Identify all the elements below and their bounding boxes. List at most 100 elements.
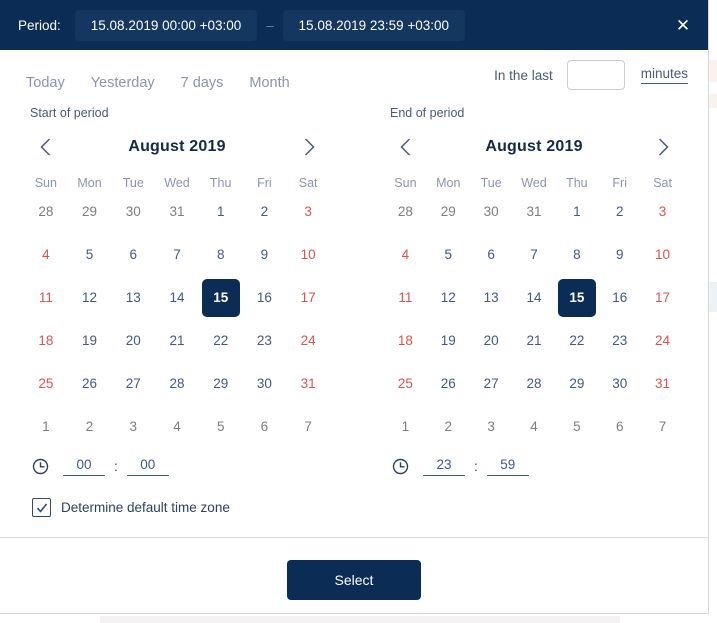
calendar-day[interactable]: 20 [111, 319, 155, 362]
calendar-day[interactable]: 1 [24, 405, 68, 448]
end-period-chip[interactable]: 15.08.2019 23:59 +03:00 [282, 9, 466, 41]
calendar-day[interactable]: 25 [384, 362, 427, 405]
calendar-day[interactable]: 15 [199, 276, 243, 319]
calendar-day[interactable]: 14 [155, 276, 199, 319]
quick-link-yesterday[interactable]: Yesterday [91, 75, 155, 91]
calendar-day[interactable]: 4 [384, 233, 427, 276]
calendar-day[interactable]: 28 [513, 362, 556, 405]
calendar-day[interactable]: 5 [199, 405, 243, 448]
calendar-day[interactable]: 4 [155, 405, 199, 448]
start-period-chip[interactable]: 15.08.2019 00:00 +03:00 [74, 9, 258, 41]
calendar-day[interactable]: 24 [286, 319, 330, 362]
calendar-day[interactable]: 26 [427, 362, 470, 405]
calendar-day[interactable]: 20 [470, 319, 513, 362]
calendar-day[interactable]: 1 [555, 190, 598, 233]
calendar-day[interactable]: 19 [68, 319, 112, 362]
calendar-day[interactable]: 27 [470, 362, 513, 405]
calendar-day[interactable]: 4 [513, 405, 556, 448]
calendar-day[interactable]: 22 [555, 319, 598, 362]
calendar-day[interactable]: 9 [598, 233, 641, 276]
calendar-day[interactable]: 31 [641, 362, 684, 405]
calendar-day[interactable]: 13 [111, 276, 155, 319]
calendar-day[interactable]: 16 [243, 276, 287, 319]
calendar-day[interactable]: 6 [243, 405, 287, 448]
calendar-day[interactable]: 31 [155, 190, 199, 233]
calendar-day[interactable]: 16 [598, 276, 641, 319]
calendar-day[interactable]: 8 [199, 233, 243, 276]
start-next-month-icon[interactable] [296, 134, 322, 160]
start-minutes-input[interactable] [126, 456, 169, 476]
calendar-day[interactable]: 31 [513, 190, 556, 233]
calendar-day[interactable]: 7 [513, 233, 556, 276]
calendar-day[interactable]: 3 [111, 405, 155, 448]
in-the-last-unit-select[interactable]: minutes [640, 66, 688, 84]
quick-link-7-days[interactable]: 7 days [181, 75, 224, 91]
in-the-last-input[interactable] [566, 60, 625, 90]
calendar-day[interactable]: 30 [598, 362, 641, 405]
checkbox-icon[interactable] [32, 498, 51, 517]
calendar-day[interactable]: 23 [243, 319, 287, 362]
calendar-day[interactable]: 5 [555, 405, 598, 448]
calendar-day[interactable]: 31 [286, 362, 330, 405]
calendar-day[interactable]: 28 [155, 362, 199, 405]
calendar-day[interactable]: 30 [243, 362, 287, 405]
calendar-day[interactable]: 26 [68, 362, 112, 405]
calendar-day[interactable]: 29 [555, 362, 598, 405]
calendar-day[interactable]: 23 [598, 319, 641, 362]
calendar-day[interactable]: 4 [24, 233, 68, 276]
calendar-day[interactable]: 18 [384, 319, 427, 362]
calendar-day[interactable]: 10 [286, 233, 330, 276]
calendar-day[interactable]: 28 [384, 190, 427, 233]
calendar-day[interactable]: 10 [641, 233, 684, 276]
calendar-day[interactable]: 30 [111, 190, 155, 233]
calendar-day[interactable]: 6 [598, 405, 641, 448]
calendar-day[interactable]: 2 [598, 190, 641, 233]
calendar-day[interactable]: 22 [199, 319, 243, 362]
calendar-day[interactable]: 11 [384, 276, 427, 319]
calendar-day[interactable]: 3 [286, 190, 330, 233]
calendar-day[interactable]: 2 [68, 405, 112, 448]
determine-timezone-checkbox[interactable]: Determine default time zone [24, 498, 330, 517]
calendar-day[interactable]: 14 [513, 276, 556, 319]
calendar-day[interactable]: 5 [68, 233, 112, 276]
calendar-day[interactable]: 24 [641, 319, 684, 362]
calendar-day[interactable]: 6 [470, 233, 513, 276]
calendar-day[interactable]: 1 [384, 405, 427, 448]
quick-link-month[interactable]: Month [249, 75, 289, 91]
calendar-day[interactable]: 7 [641, 405, 684, 448]
end-next-month-icon[interactable] [650, 134, 676, 160]
calendar-day[interactable]: 27 [111, 362, 155, 405]
calendar-day[interactable]: 2 [427, 405, 470, 448]
end-minutes-input[interactable] [486, 456, 529, 476]
calendar-day[interactable]: 15 [555, 276, 598, 319]
calendar-day[interactable]: 9 [243, 233, 287, 276]
calendar-day[interactable]: 30 [470, 190, 513, 233]
calendar-day[interactable]: 12 [68, 276, 112, 319]
calendar-day[interactable]: 29 [68, 190, 112, 233]
calendar-day[interactable]: 21 [155, 319, 199, 362]
select-button[interactable]: Select [286, 560, 422, 600]
calendar-day[interactable]: 29 [199, 362, 243, 405]
calendar-day[interactable]: 18 [24, 319, 68, 362]
calendar-day[interactable]: 7 [286, 405, 330, 448]
calendar-day[interactable]: 28 [24, 190, 68, 233]
calendar-day[interactable]: 19 [427, 319, 470, 362]
end-prev-month-icon[interactable] [392, 134, 418, 160]
end-hours-input[interactable] [423, 456, 465, 476]
calendar-day[interactable]: 7 [155, 233, 199, 276]
calendar-day[interactable]: 13 [470, 276, 513, 319]
calendar-day[interactable]: 17 [641, 276, 684, 319]
calendar-day[interactable]: 8 [555, 233, 598, 276]
calendar-day[interactable]: 29 [427, 190, 470, 233]
calendar-day[interactable]: 3 [470, 405, 513, 448]
start-prev-month-icon[interactable] [32, 134, 58, 160]
start-hours-input[interactable] [63, 456, 105, 476]
calendar-day[interactable]: 25 [24, 362, 68, 405]
calendar-day[interactable]: 17 [286, 276, 330, 319]
calendar-day[interactable]: 21 [513, 319, 556, 362]
calendar-day[interactable]: 11 [24, 276, 68, 319]
calendar-day[interactable]: 12 [427, 276, 470, 319]
quick-link-today[interactable]: Today [26, 75, 65, 91]
calendar-day[interactable]: 5 [427, 233, 470, 276]
calendar-day[interactable]: 2 [243, 190, 287, 233]
